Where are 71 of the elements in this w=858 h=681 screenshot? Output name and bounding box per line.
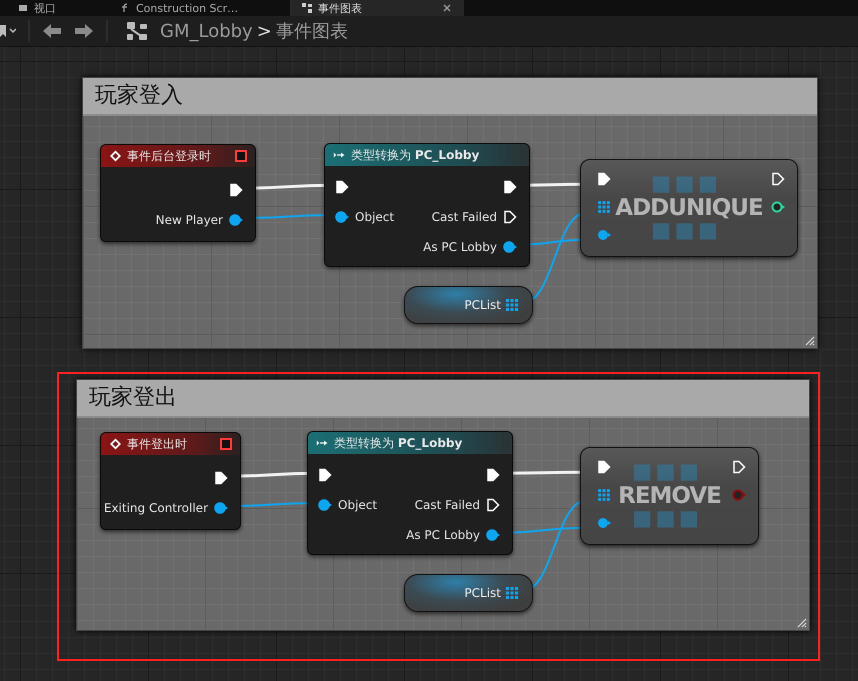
exec-pin-icon[interactable] bbox=[732, 460, 746, 474]
event-node[interactable]: 事件后台登录时 New Player bbox=[100, 144, 256, 242]
event-node[interactable]: 事件登出时 Exiting Controller bbox=[100, 432, 241, 530]
array-pin-icon[interactable] bbox=[597, 200, 611, 214]
graph-name[interactable]: 事件图表 bbox=[276, 19, 348, 43]
editor-tab[interactable]: 视口 bbox=[6, 0, 68, 16]
pin-label: As PC Lobby bbox=[406, 528, 480, 542]
pin-label: As PC Lobby bbox=[423, 240, 497, 254]
exec-pin-icon[interactable] bbox=[335, 180, 349, 194]
return-pin-icon[interactable] bbox=[771, 200, 785, 214]
array-pin-icon[interactable] bbox=[597, 488, 611, 502]
editor-tab[interactable]: 事件图表 bbox=[290, 0, 464, 16]
comment-box[interactable]: 玩家登出 事件登出时 Exiting Controller 类型转换为 PC_Lobby Object Cast Failed As PC Lobby PCList REMOVE bbox=[76, 379, 810, 631]
exec-pin-icon[interactable] bbox=[597, 460, 611, 474]
function-title: REMOVE bbox=[618, 483, 721, 509]
exec-pin-icon[interactable] bbox=[771, 172, 785, 186]
back-arrow-icon[interactable] bbox=[42, 23, 62, 39]
node-title: 事件后台登录时 bbox=[127, 148, 212, 164]
pin-label: Cast Failed bbox=[432, 210, 497, 224]
function-node[interactable]: ADDUNIQUE bbox=[580, 159, 798, 257]
exec-pin-icon[interactable] bbox=[503, 180, 517, 194]
node-title: 类型转换为 PC_Lobby bbox=[351, 146, 480, 164]
editor-tab[interactable]: Construction Scr… bbox=[108, 0, 250, 16]
pin-label: Exiting Controller bbox=[104, 501, 208, 515]
object-pin-icon[interactable] bbox=[214, 501, 228, 515]
resize-grip-icon[interactable] bbox=[795, 616, 807, 628]
object-pin-icon[interactable] bbox=[597, 228, 611, 242]
comment-box[interactable]: 玩家登入 事件后台登录时 New Player 类型转换为 PC_Lobby Object Cast Failed As PC Lobby PCList ADDUNIQUE bbox=[82, 77, 818, 349]
graph-icon bbox=[302, 3, 312, 13]
variable-node[interactable]: PCList bbox=[404, 574, 533, 612]
breadcrumb-separator: > bbox=[256, 20, 272, 42]
variable-node[interactable]: PCList bbox=[404, 286, 533, 324]
node-title: 类型转换为 PC_Lobby bbox=[334, 434, 464, 452]
pin-label: New Player bbox=[156, 213, 223, 227]
object-pin-icon[interactable] bbox=[318, 498, 332, 512]
diamond-icon bbox=[109, 150, 122, 162]
node-title: 事件登出时 bbox=[127, 436, 188, 452]
exec-pin-icon[interactable] bbox=[214, 471, 228, 485]
function-icon bbox=[120, 3, 130, 13]
graph-icon bbox=[126, 21, 148, 41]
pin-label: Object bbox=[338, 498, 378, 512]
array-pin-icon[interactable] bbox=[506, 587, 518, 599]
square-icon bbox=[220, 438, 232, 450]
forward-arrow-icon[interactable] bbox=[74, 23, 94, 39]
close-icon[interactable] bbox=[442, 3, 452, 13]
object-pin-icon[interactable] bbox=[503, 240, 517, 254]
function-title: ADDUNIQUE bbox=[615, 195, 763, 221]
object-pin-icon[interactable] bbox=[335, 210, 349, 224]
diamond-icon bbox=[109, 438, 122, 450]
pin-label: Cast Failed bbox=[414, 498, 480, 512]
comment-title: 玩家登出 bbox=[77, 380, 809, 418]
exec-pin-icon[interactable] bbox=[229, 183, 243, 197]
exec-pin-icon[interactable] bbox=[318, 468, 332, 482]
cast-node[interactable]: 类型转换为 PC_Lobby Object Cast Failed As PC Lobby bbox=[324, 143, 530, 267]
comment-title: 玩家登入 bbox=[83, 78, 817, 116]
cast-node[interactable]: 类型转换为 PC_Lobby Object Cast Failed As PC Lobby bbox=[307, 431, 513, 555]
exec-pin-icon[interactable] bbox=[597, 172, 611, 186]
exec-pin-icon[interactable] bbox=[486, 498, 500, 512]
resize-grip-icon[interactable] bbox=[803, 334, 815, 346]
exec-pin-icon[interactable] bbox=[486, 468, 500, 482]
blueprint-name[interactable]: GM_Lobby bbox=[160, 20, 253, 42]
square-icon bbox=[235, 150, 247, 162]
exec-pin-icon[interactable] bbox=[503, 210, 517, 224]
viewport-icon bbox=[18, 3, 28, 13]
function-node[interactable]: REMOVE bbox=[580, 447, 759, 545]
object-pin-icon[interactable] bbox=[597, 516, 611, 530]
array-pin-icon[interactable] bbox=[506, 299, 518, 311]
pin-label: Object bbox=[355, 210, 394, 224]
bookmark-icon[interactable] bbox=[0, 23, 16, 39]
object-pin-icon[interactable] bbox=[229, 213, 243, 227]
object-pin-icon[interactable] bbox=[486, 528, 500, 542]
